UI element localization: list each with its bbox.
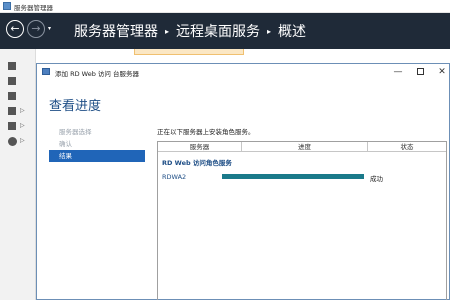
progress-fill — [222, 174, 364, 179]
sidebar-item-iis[interactable]: ▷ — [8, 121, 25, 132]
background-tile — [134, 49, 244, 55]
wizard-dialog: 添加 RD Web 访问 台服务器 — ✕ 查看进度 服务器选择 确认 结果 正… — [36, 63, 450, 300]
close-button[interactable]: ✕ — [436, 66, 448, 78]
progress-bar — [222, 174, 364, 179]
sidebar-item-local-server[interactable] — [8, 76, 20, 87]
app-title: 服务器管理器 — [14, 4, 53, 12]
column-header-server[interactable]: 服务器 — [158, 142, 242, 152]
server-manager-icon — [3, 2, 11, 10]
column-header-progress[interactable]: 进度 — [242, 142, 368, 152]
expand-arrow-icon[interactable]: ▷ — [20, 122, 25, 129]
breadcrumb-item[interactable]: 远程桌面服务 — [176, 24, 260, 40]
left-rail: ▷ ▷ ▷ — [0, 49, 36, 300]
app-titlebar: 服务器管理器 — [0, 0, 450, 13]
status-text: 成功 — [370, 175, 383, 183]
dialog-titlebar: 添加 RD Web 访问 台服务器 — ✕ — [37, 64, 449, 80]
wizard-steps: 服务器选择 确认 结果 — [49, 126, 145, 162]
expand-arrow-icon[interactable]: ▷ — [20, 137, 25, 144]
sidebar-item-dashboard[interactable] — [8, 61, 20, 72]
back-button[interactable]: ← — [6, 20, 24, 38]
dashboard-icon — [8, 62, 16, 70]
history-dropdown-icon[interactable]: ▾ — [48, 25, 51, 32]
breadcrumb: 服务器管理器 ▸ 远程桌面服务 ▸ 概述 — [74, 21, 306, 41]
step-confirmation: 确认 — [59, 140, 72, 148]
column-header-status[interactable]: 状态 — [368, 142, 446, 152]
sidebar-item-file-storage[interactable]: ▷ — [8, 106, 25, 117]
file-storage-icon — [8, 107, 16, 115]
wizard-icon — [42, 68, 50, 75]
intro-text: 正在以下服务器上安装角色服务。 — [157, 128, 255, 136]
step-server-selection: 服务器选择 — [59, 128, 92, 136]
maximize-button[interactable] — [414, 66, 426, 78]
breadcrumb-separator-icon: ▸ — [267, 27, 272, 36]
server-name: RDWA2 — [162, 173, 187, 181]
expand-arrow-icon[interactable]: ▷ — [20, 107, 25, 114]
group-title: RD Web 访问角色服务 — [162, 159, 232, 167]
progress-table: 服务器 进度 状态 RD Web 访问角色服务 RDWA2 成功 — [157, 141, 447, 300]
breadcrumb-item[interactable]: 概述 — [278, 24, 306, 40]
dialog-title: 添加 RD Web 访问 台服务器 — [55, 70, 139, 78]
remote-desktop-services-icon — [8, 137, 17, 146]
all-servers-icon — [8, 92, 16, 100]
results-content: 正在以下服务器上安装角色服务。 服务器 进度 状态 RD Web 访问角色服务 … — [157, 124, 447, 300]
sidebar-item-remote-desktop-services[interactable]: ▷ — [8, 136, 25, 147]
breadcrumb-separator-icon: ▸ — [165, 27, 170, 36]
maximize-icon — [416, 68, 424, 75]
forward-button[interactable]: → — [27, 20, 45, 38]
local-server-icon — [8, 77, 16, 85]
table-header: 服务器 进度 状态 — [158, 142, 446, 152]
page-title: 查看进度 — [49, 99, 102, 114]
nav-header: ← → ▾ 服务器管理器 ▸ 远程桌面服务 ▸ 概述 — [0, 13, 450, 49]
breadcrumb-item[interactable]: 服务器管理器 — [74, 24, 158, 40]
step-results[interactable]: 结果 — [49, 150, 145, 162]
iis-icon — [8, 122, 16, 130]
minimize-button[interactable]: — — [392, 66, 404, 78]
sidebar-item-all-servers[interactable] — [8, 91, 20, 102]
table-row: RDWA2 成功 — [158, 171, 446, 183]
